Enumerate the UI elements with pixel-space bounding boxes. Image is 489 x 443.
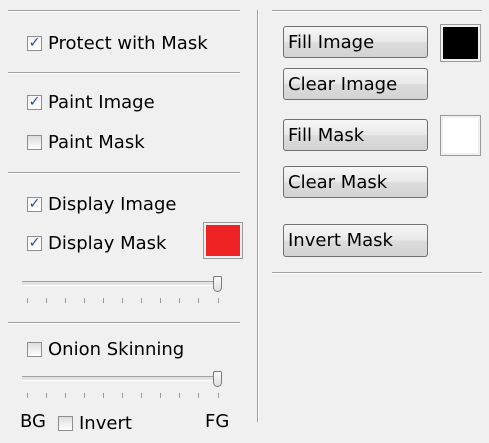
mask-color-fill [206, 225, 240, 256]
slider-tick [160, 393, 162, 398]
fill-image-color-swatch[interactable] [440, 24, 481, 62]
fill-mask-button[interactable]: Fill Mask [283, 119, 428, 151]
slider-tick [26, 393, 28, 398]
paint-image-checkbox[interactable]: ✓ Paint Image [27, 90, 155, 114]
panel-divider [257, 10, 259, 422]
checkbox-empty-icon [27, 134, 42, 150]
slider-tick [45, 393, 47, 398]
onion-skinning-slider[interactable] [22, 371, 222, 406]
protect-with-mask-checkbox[interactable]: ✓ Protect with Mask [27, 31, 208, 55]
section-separator-2 [8, 172, 240, 174]
right-bottom-separator [272, 272, 482, 274]
section-separator-1 [8, 72, 240, 74]
slider-tick [83, 393, 85, 398]
invert-checkbox[interactable]: Invert [58, 411, 132, 435]
clear-image-button[interactable]: Clear Image [283, 68, 428, 100]
slider-tick [217, 393, 219, 398]
mask-color-swatch[interactable] [203, 222, 243, 259]
slider-tick [179, 298, 181, 303]
top-separator-left [8, 10, 240, 12]
slider-tick [26, 298, 28, 303]
slider-tick [160, 298, 162, 303]
slider-tick [179, 393, 181, 398]
checkbox-check-icon: ✓ [27, 35, 42, 51]
fill-image-color-fill [443, 27, 478, 59]
bg-label: BG [20, 411, 46, 432]
fill-mask-color-fill [443, 118, 478, 153]
slider-tick [198, 393, 200, 398]
slider-tick [102, 298, 104, 303]
fill-image-button[interactable]: Fill Image [283, 26, 428, 58]
clear-mask-button[interactable]: Clear Mask [283, 166, 428, 198]
fill-mask-color-swatch[interactable] [440, 115, 481, 156]
slider-tick [141, 298, 143, 303]
invert-mask-button-label: Invert Mask [288, 230, 393, 251]
display-mask-label: Display Mask [48, 232, 167, 254]
slider-tick [217, 298, 219, 303]
checkbox-empty-icon [27, 341, 42, 357]
slider-thumb[interactable] [213, 371, 222, 387]
invert-mask-button[interactable]: Invert Mask [283, 224, 428, 257]
checkbox-check-icon: ✓ [27, 196, 42, 212]
slider-tick [83, 298, 85, 303]
fg-label: FG [205, 411, 230, 432]
slider-tick [122, 298, 123, 303]
slider-tick [198, 298, 200, 303]
onion-skinning-checkbox[interactable]: Onion Skinning [27, 337, 184, 361]
checkbox-empty-icon [58, 415, 73, 431]
slider-track [22, 376, 222, 381]
clear-image-button-label: Clear Image [288, 73, 398, 95]
top-separator-right [272, 10, 482, 12]
fill-image-button-label: Fill Image [288, 31, 375, 53]
slider-tick [102, 393, 104, 398]
paint-mask-checkbox[interactable]: Paint Mask [27, 130, 145, 154]
display-image-checkbox[interactable]: ✓ Display Image [27, 192, 176, 216]
paint-mask-label: Paint Mask [48, 131, 145, 153]
fill-mask-button-label: Fill Mask [288, 124, 365, 146]
invert-label: Invert [79, 412, 132, 434]
section-separator-3 [8, 322, 240, 324]
mask-opacity-slider[interactable] [22, 276, 222, 311]
checkbox-check-icon: ✓ [27, 94, 42, 110]
onion-skinning-label: Onion Skinning [48, 338, 185, 360]
checkbox-check-icon: ✓ [27, 235, 42, 251]
display-mask-checkbox[interactable]: ✓ Display Mask [27, 231, 166, 255]
slider-tick [141, 393, 143, 398]
clear-mask-button-label: Clear Mask [288, 171, 388, 193]
slider-thumb[interactable] [213, 276, 222, 292]
slider-tick [122, 393, 123, 398]
paint-image-label: Paint Image [48, 91, 155, 113]
display-image-label: Display Image [48, 193, 177, 215]
slider-tick [64, 393, 66, 398]
slider-track [22, 281, 222, 286]
slider-tick [45, 298, 47, 303]
protect-with-mask-label: Protect with Mask [48, 32, 208, 54]
slider-tick [64, 298, 66, 303]
